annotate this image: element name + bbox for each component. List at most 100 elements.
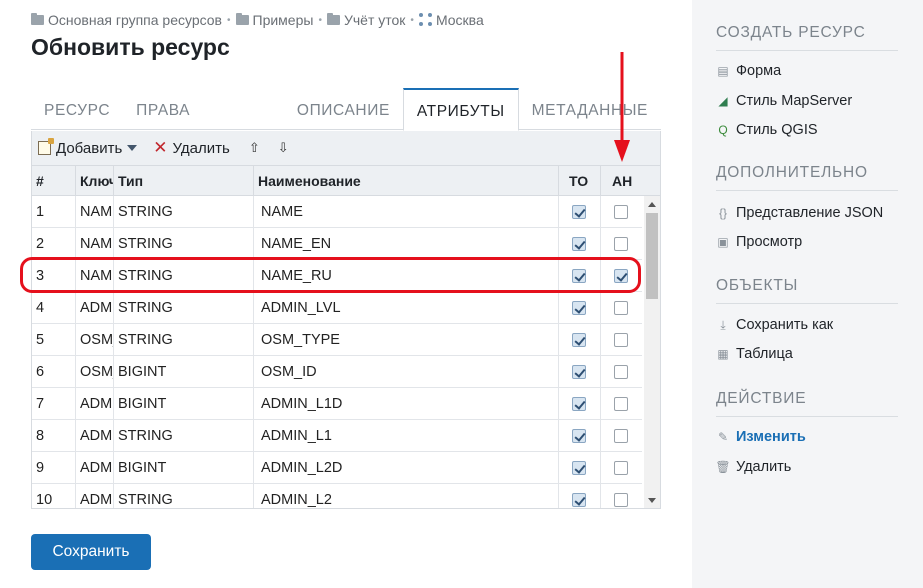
scroll-up-icon[interactable] bbox=[648, 202, 656, 207]
ah-checkbox[interactable] bbox=[614, 461, 628, 475]
cell-name[interactable]: ADMIN_L1 bbox=[254, 420, 559, 452]
cell-num[interactable]: 3 bbox=[32, 260, 76, 292]
tab-attributes[interactable]: АТРИБУТЫ bbox=[402, 88, 519, 131]
sidebar-item-edit[interactable]: ✎ Изменить bbox=[716, 429, 806, 445]
cell-to[interactable] bbox=[559, 324, 601, 356]
cell-type[interactable]: BIGINT bbox=[114, 356, 254, 388]
table-row[interactable]: 10ADMINSTRINGADMIN_L2 bbox=[32, 484, 643, 508]
to-checkbox[interactable] bbox=[572, 301, 586, 315]
cell-to[interactable] bbox=[559, 356, 601, 388]
cell-num[interactable]: 1 bbox=[32, 196, 76, 228]
cell-num[interactable]: 5 bbox=[32, 324, 76, 356]
cell-to[interactable] bbox=[559, 452, 601, 484]
vertical-scrollbar[interactable] bbox=[644, 196, 660, 508]
tab-metadata[interactable]: МЕТАДАННЫЕ bbox=[519, 88, 661, 130]
sidebar-item-mapserver-style[interactable]: ◢ Стиль MapServer bbox=[716, 93, 852, 109]
cell-name[interactable]: NAME_RU bbox=[254, 260, 559, 292]
breadcrumb-label[interactable]: Основная группа ресурсов bbox=[48, 12, 222, 28]
sidebar-item-save-as[interactable]: ⤓ Сохранить как bbox=[716, 317, 833, 333]
to-checkbox[interactable] bbox=[572, 493, 586, 507]
breadcrumb-item[interactable]: Учёт уток bbox=[326, 12, 405, 28]
tab-description[interactable]: ОПИСАНИЕ bbox=[284, 88, 403, 130]
sidebar-item-table[interactable]: ▦ Таблица bbox=[716, 346, 793, 362]
tab-resource[interactable]: РЕСУРС bbox=[31, 88, 123, 130]
to-checkbox[interactable] bbox=[572, 237, 586, 251]
table-row[interactable]: 2NAMESTRINGNAME_EN bbox=[32, 228, 642, 260]
cell-type[interactable]: STRING bbox=[114, 484, 254, 508]
header-name[interactable]: Наименование bbox=[254, 166, 559, 196]
table-row[interactable]: 3NAMESTRINGNAME_RU bbox=[32, 260, 642, 292]
cell-name[interactable]: ADMIN_L1D bbox=[254, 388, 559, 420]
cell-ah[interactable] bbox=[601, 356, 643, 388]
header-type[interactable]: Тип bbox=[114, 166, 254, 196]
cell-num[interactable]: 6 bbox=[32, 356, 76, 388]
cell-to[interactable] bbox=[559, 420, 601, 452]
move-down-icon[interactable]: ⇩ bbox=[269, 140, 298, 156]
breadcrumb-item[interactable]: Основная группа ресурсов bbox=[31, 12, 222, 28]
cell-key[interactable]: NAME bbox=[76, 260, 114, 292]
cell-name[interactable]: ADMIN_LVL bbox=[254, 292, 559, 324]
breadcrumb-item[interactable]: Примеры bbox=[235, 12, 314, 28]
cell-to[interactable] bbox=[559, 260, 601, 292]
to-checkbox[interactable] bbox=[572, 397, 586, 411]
breadcrumb-label[interactable]: Москва bbox=[436, 12, 484, 28]
cell-key[interactable]: ADMIN bbox=[76, 388, 114, 420]
to-checkbox[interactable] bbox=[572, 461, 586, 475]
header-to[interactable]: ТО bbox=[559, 166, 601, 196]
cell-num[interactable]: 4 bbox=[32, 292, 76, 324]
ah-checkbox[interactable] bbox=[614, 301, 628, 315]
cell-ah[interactable] bbox=[601, 260, 643, 292]
cell-key[interactable]: ADMIN bbox=[76, 292, 114, 324]
cell-type[interactable]: STRING bbox=[114, 228, 254, 260]
cell-num[interactable]: 9 bbox=[32, 452, 76, 484]
cell-ah[interactable] bbox=[601, 420, 643, 452]
scroll-down-icon[interactable] bbox=[648, 498, 656, 503]
cell-name[interactable]: OSM_TYPE bbox=[254, 324, 559, 356]
cell-ah[interactable] bbox=[601, 196, 643, 228]
header-num[interactable]: # bbox=[32, 166, 76, 196]
table-row[interactable]: 5OSM_TSTRINGOSM_TYPE bbox=[32, 324, 642, 356]
cell-to[interactable] bbox=[559, 484, 601, 508]
ah-checkbox[interactable] bbox=[614, 397, 628, 411]
sidebar-item-json-view[interactable]: {} Представление JSON bbox=[716, 205, 883, 221]
sidebar-item-qgis-style[interactable]: Q Стиль QGIS bbox=[716, 122, 817, 138]
move-up-icon[interactable]: ⇧ bbox=[240, 140, 269, 156]
table-row[interactable]: 9ADMINBIGINTADMIN_L2D bbox=[32, 452, 642, 484]
table-row[interactable]: 7ADMINBIGINTADMIN_L1D bbox=[32, 388, 642, 420]
scrollbar-thumb[interactable] bbox=[646, 213, 658, 299]
ah-checkbox[interactable] bbox=[614, 237, 628, 251]
table-row[interactable]: 6OSM_IBIGINTOSM_ID bbox=[32, 356, 642, 388]
save-button[interactable]: Сохранить bbox=[31, 534, 151, 570]
to-checkbox[interactable] bbox=[572, 205, 586, 219]
cell-ah[interactable] bbox=[601, 452, 643, 484]
header-key[interactable]: Ключ bbox=[76, 166, 114, 196]
cell-type[interactable]: STRING bbox=[114, 260, 254, 292]
table-row[interactable]: 8ADMINSTRINGADMIN_L1 bbox=[32, 420, 642, 452]
cell-num[interactable]: 10 bbox=[32, 484, 76, 508]
sidebar-item-delete[interactable]: 🗑 Удалить bbox=[715, 459, 791, 475]
cell-ah[interactable] bbox=[601, 388, 643, 420]
sidebar-item-form[interactable]: ▤ Форма bbox=[716, 63, 781, 79]
cell-type[interactable]: STRING bbox=[114, 196, 254, 228]
to-checkbox[interactable] bbox=[572, 269, 586, 283]
cell-key[interactable]: ADMIN bbox=[76, 452, 114, 484]
cell-name[interactable]: OSM_ID bbox=[254, 356, 559, 388]
breadcrumb-label[interactable]: Примеры bbox=[253, 12, 314, 28]
cell-key[interactable]: OSM_I bbox=[76, 356, 114, 388]
cell-ah[interactable] bbox=[601, 324, 643, 356]
breadcrumb-item[interactable]: Москва bbox=[418, 12, 484, 28]
cell-num[interactable]: 8 bbox=[32, 420, 76, 452]
cell-num[interactable]: 7 bbox=[32, 388, 76, 420]
cell-ah[interactable] bbox=[601, 228, 643, 260]
cell-type[interactable]: BIGINT bbox=[114, 452, 254, 484]
sidebar-item-preview[interactable]: ▣ Просмотр bbox=[716, 234, 802, 250]
cell-key[interactable]: OSM_T bbox=[76, 324, 114, 356]
breadcrumb-label[interactable]: Учёт уток bbox=[344, 12, 405, 28]
cell-type[interactable]: STRING bbox=[114, 324, 254, 356]
to-checkbox[interactable] bbox=[572, 333, 586, 347]
cell-num[interactable]: 2 bbox=[32, 228, 76, 260]
header-ah[interactable]: АН bbox=[601, 166, 660, 196]
cell-name[interactable]: ADMIN_L2 bbox=[254, 484, 559, 508]
cell-type[interactable]: STRING bbox=[114, 292, 254, 324]
cell-ah[interactable] bbox=[601, 484, 643, 508]
